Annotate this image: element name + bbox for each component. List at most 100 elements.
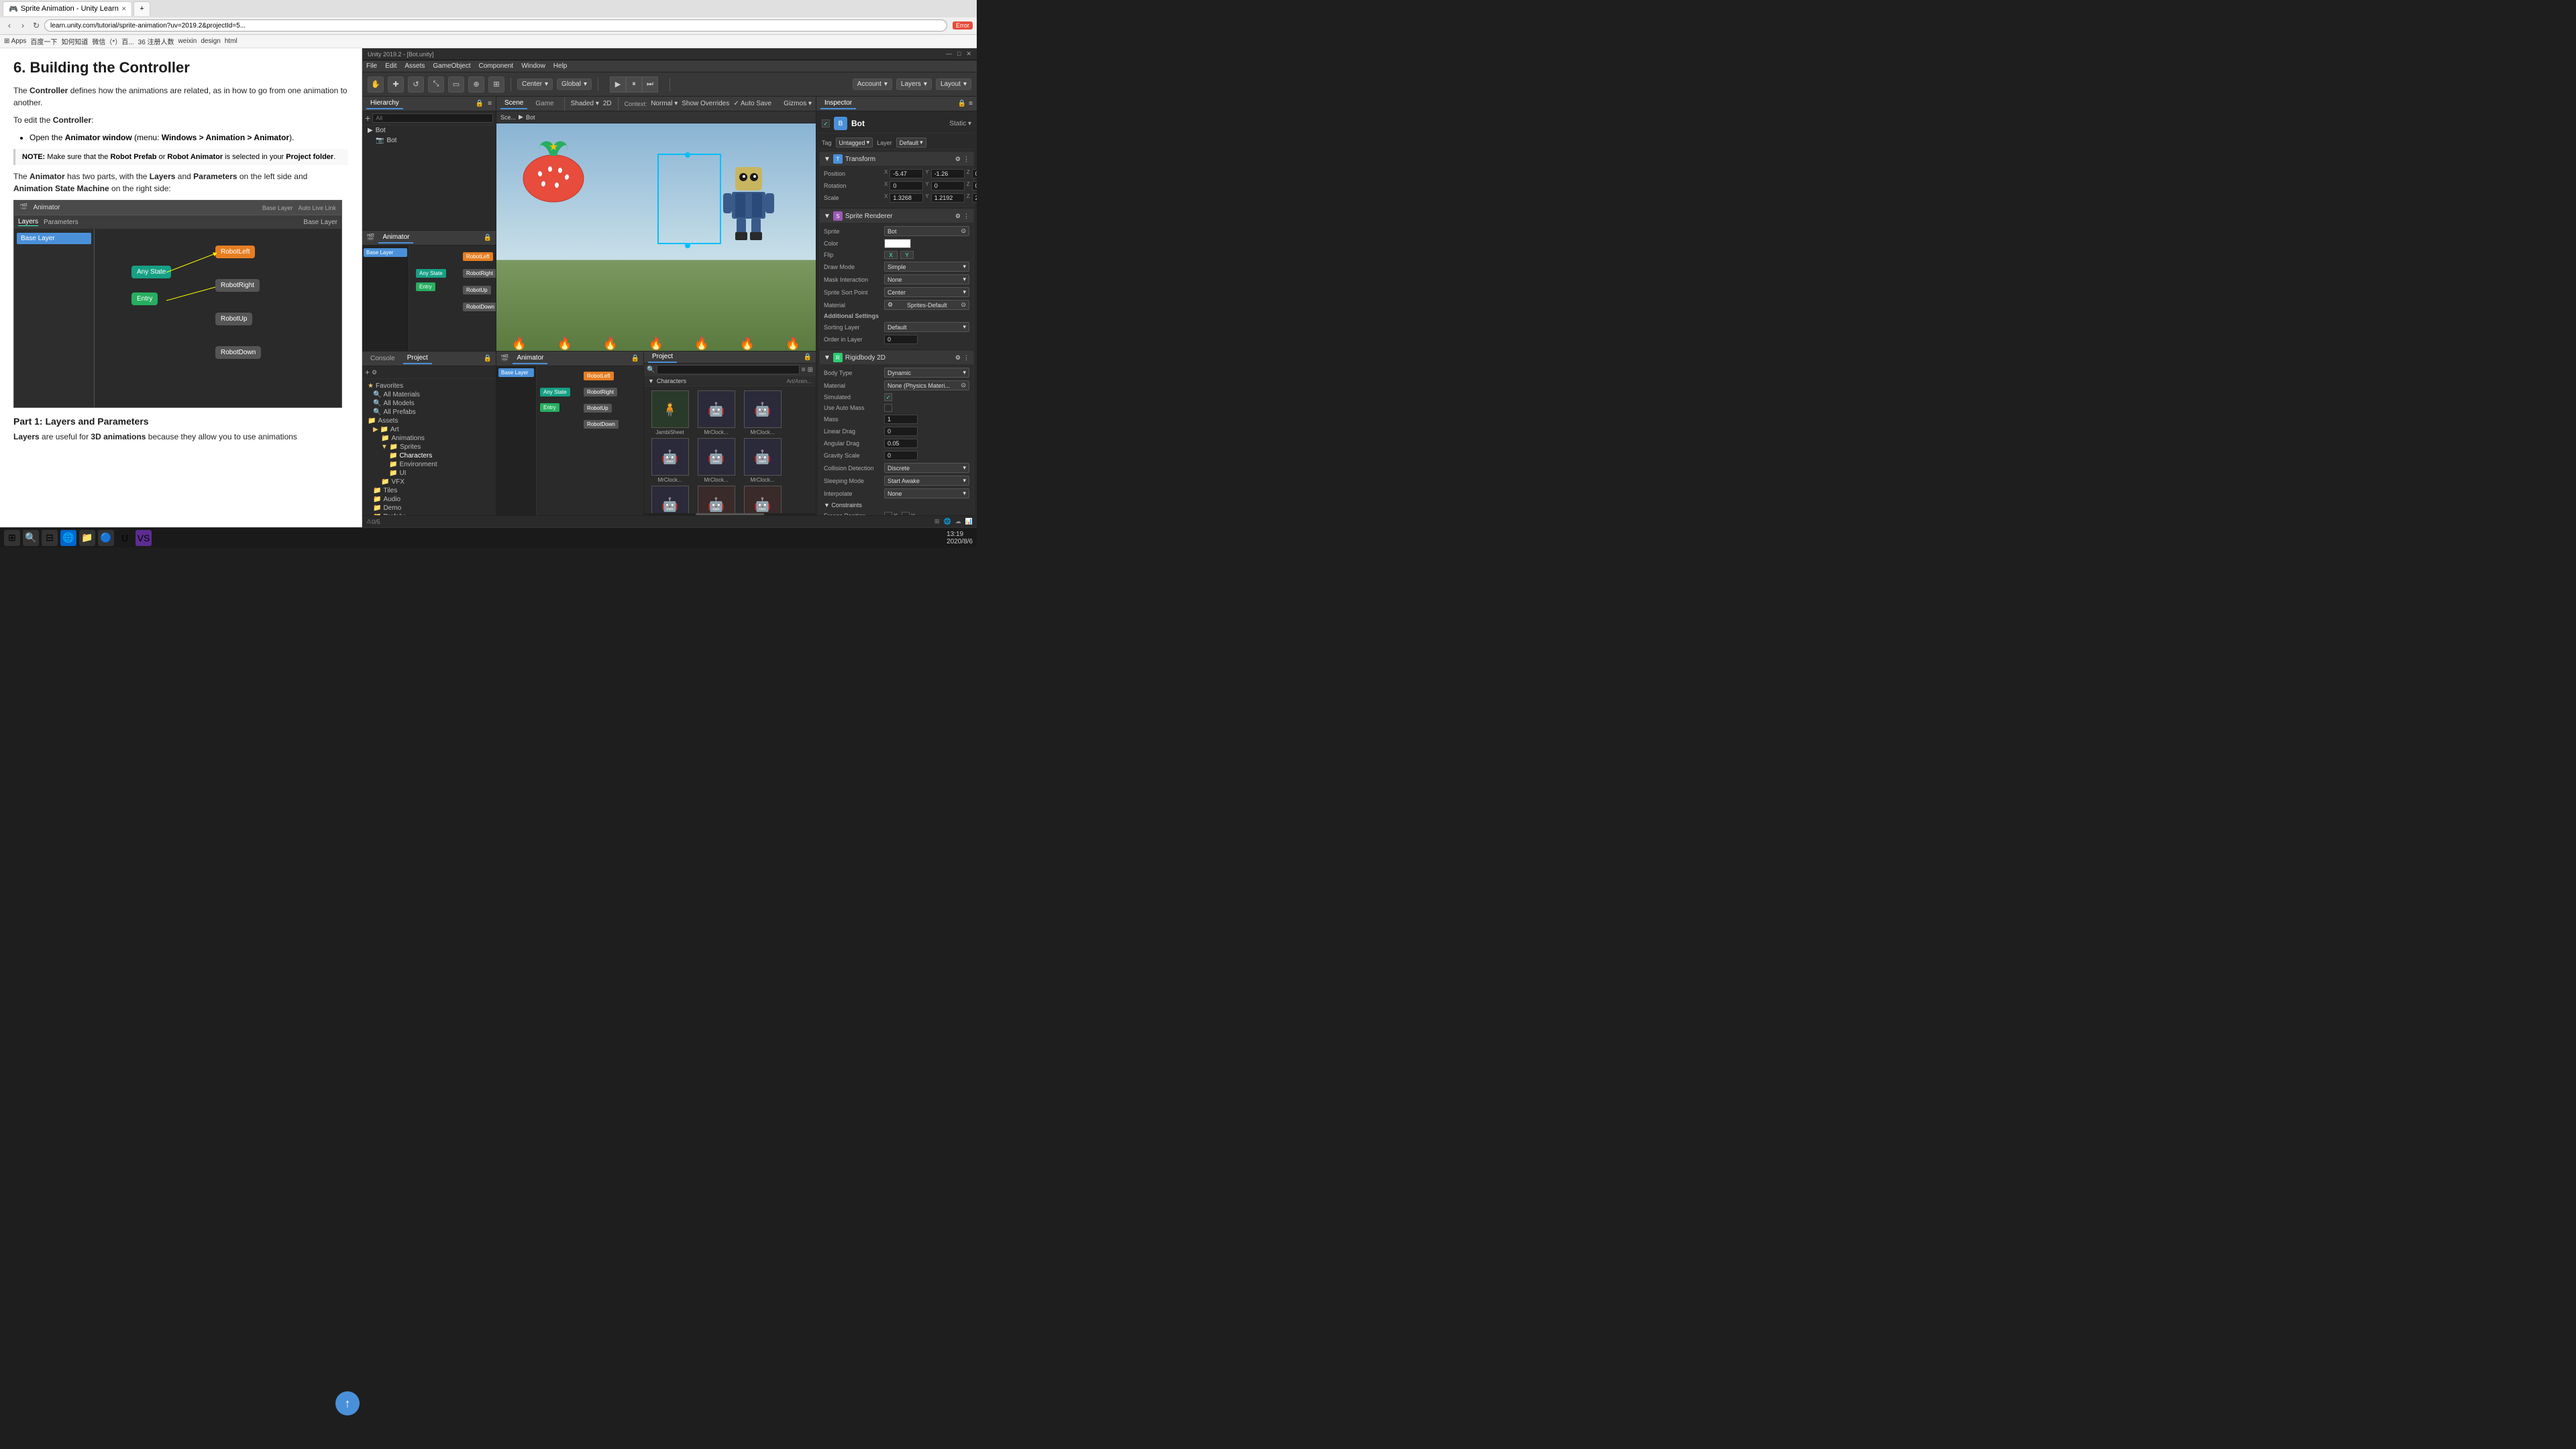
play-btn[interactable]: ▶ xyxy=(610,76,626,93)
auto-mass-checkbox[interactable] xyxy=(884,404,892,412)
assets-scrollbar[interactable] xyxy=(644,513,816,515)
tree-animations[interactable]: 📁 Animations xyxy=(365,434,493,443)
bl-robotright[interactable]: RobotRight xyxy=(584,388,617,396)
order-input[interactable] xyxy=(884,335,918,344)
scale-x-input[interactable] xyxy=(890,193,923,203)
characters-expand[interactable]: ▼ xyxy=(648,378,654,384)
rb2d-header[interactable]: ▼ R Rigidbody 2D ⚙ ⋮ xyxy=(820,351,973,364)
hierarchy-add-btn[interactable]: + xyxy=(365,113,370,123)
menu-component[interactable]: Component xyxy=(479,62,514,70)
hierarchy-menu[interactable]: ≡ xyxy=(488,100,492,107)
handle-bottom[interactable] xyxy=(685,243,690,248)
animator-bottom-lock[interactable]: 🔒 xyxy=(631,355,639,362)
menu-edit[interactable]: Edit xyxy=(385,62,396,70)
bl-robotdown[interactable]: RobotDown xyxy=(584,420,619,429)
rb2d-more[interactable]: ⋮ xyxy=(963,354,969,362)
project-settings-btn[interactable]: ⚙ xyxy=(372,369,377,376)
file-explorer-btn[interactable]: 📁 xyxy=(79,530,95,546)
tree-all-materials[interactable]: 🔍 All Materials xyxy=(365,390,493,399)
scene-crumb-bot[interactable]: Bot xyxy=(526,114,535,121)
state-robotup-mini[interactable]: RobotUp xyxy=(463,286,491,294)
project-tab[interactable]: Project xyxy=(403,353,432,364)
transform-settings[interactable]: ⚙ xyxy=(955,156,961,163)
state-robotdown[interactable]: RobotDown xyxy=(215,346,261,359)
draw-mode-value[interactable]: Simple ▾ xyxy=(884,262,969,272)
hierarchy-tab[interactable]: Hierarchy xyxy=(366,98,403,109)
scale-tool-btn[interactable]: ⤡ xyxy=(428,76,444,93)
vs-btn[interactable]: VS xyxy=(136,530,152,546)
sprite-renderer-header[interactable]: ▼ S Sprite Renderer ⚙ ⋮ xyxy=(820,209,973,223)
asset-mrclock-5[interactable]: 🤖 MrClock... xyxy=(741,438,784,483)
start-btn[interactable]: ⊞ xyxy=(4,530,20,546)
animator-mini-lock[interactable]: 🔒 xyxy=(484,234,492,241)
layer-dropdown[interactable]: Default ▾ xyxy=(896,138,926,148)
tree-environment[interactable]: 📁 Environment xyxy=(365,460,493,469)
tree-sprites[interactable]: ▼ 📁 Sprites xyxy=(365,443,493,451)
tree-tiles[interactable]: 📁 Tiles xyxy=(365,486,493,495)
scale-y-input[interactable] xyxy=(931,193,965,203)
close-btn[interactable]: ✕ xyxy=(966,50,971,58)
state-robotright-mini[interactable]: RobotRight xyxy=(463,269,496,278)
state-entry[interactable]: Entry xyxy=(131,292,158,305)
state-robotleft[interactable]: RobotLeft xyxy=(215,246,255,258)
task-view-btn[interactable]: ⊟ xyxy=(42,530,58,546)
rot-y-input[interactable] xyxy=(931,181,965,191)
menu-help[interactable]: Help xyxy=(553,62,568,70)
angular-drag-input[interactable] xyxy=(884,439,918,448)
bookmark-weixin[interactable]: weixin xyxy=(178,38,197,45)
base-layer-item[interactable]: Base Layer xyxy=(17,233,91,244)
anim-tab-params[interactable]: Parameters xyxy=(44,219,78,226)
asset-mrclock-6[interactable]: 🤖 MrClock... xyxy=(648,486,692,513)
bookmark-apps[interactable]: ⊞ Apps xyxy=(4,38,26,45)
sprite-value[interactable]: Bot ⊙ xyxy=(884,226,969,236)
project-add-btn[interactable]: + xyxy=(365,368,370,377)
bl-anystate[interactable]: Any State xyxy=(540,388,570,396)
pos-z-input[interactable] xyxy=(972,169,977,178)
simulated-checkbox[interactable]: ✓ xyxy=(884,393,892,401)
refresh-btn[interactable]: ↻ xyxy=(31,20,42,31)
tree-all-prefabs[interactable]: 🔍 All Prefabs xyxy=(365,408,493,417)
forward-btn[interactable]: › xyxy=(17,20,28,31)
game-tab[interactable]: Game xyxy=(531,99,557,109)
console-tab[interactable]: Console xyxy=(366,354,399,364)
state-any[interactable]: Any State xyxy=(131,266,171,278)
pos-y-input[interactable] xyxy=(931,169,965,178)
transform-more[interactable]: ⋮ xyxy=(963,156,969,163)
new-tab-btn[interactable]: + xyxy=(133,1,150,16)
anim-tab-layers[interactable]: Layers xyxy=(18,218,38,226)
transform-header[interactable]: ▼ T Transform ⚙ ⋮ xyxy=(820,152,973,166)
menu-file[interactable]: File xyxy=(366,62,377,70)
tree-audio[interactable]: 📁 Audio xyxy=(365,495,493,504)
hierarchy-search[interactable] xyxy=(372,113,493,123)
unity-taskbar-btn[interactable]: U xyxy=(117,530,133,546)
project-lock[interactable]: 🔒 xyxy=(484,355,492,362)
asset-jambisheet[interactable]: 🧍 JambiSheet xyxy=(648,390,692,435)
tree-vfx[interactable]: 📁 VFX xyxy=(365,478,493,486)
interpolate-value[interactable]: None ▾ xyxy=(884,488,969,498)
color-swatch[interactable] xyxy=(884,239,911,248)
asset-mrclock-4[interactable]: 🤖 MrClock... xyxy=(694,438,738,483)
back-btn[interactable]: ‹ xyxy=(4,20,15,31)
tag-dropdown[interactable]: Untagged ▾ xyxy=(836,138,873,148)
rotate-tool-btn[interactable]: ↺ xyxy=(408,76,424,93)
bookmark-zhidao[interactable]: 如何知道 xyxy=(61,36,88,46)
account-dropdown[interactable]: Account ▾ xyxy=(853,78,892,90)
inspector-lock[interactable]: 🔒 xyxy=(958,100,966,107)
step-btn[interactable]: ⏭ xyxy=(642,76,658,93)
bl-robotleft[interactable]: RobotLeft xyxy=(584,372,614,380)
state-robotup[interactable]: RobotUp xyxy=(215,313,252,325)
layers-dropdown[interactable]: Layers ▾ xyxy=(896,78,932,90)
bl-robotup[interactable]: RobotUp xyxy=(584,404,612,413)
mass-input[interactable] xyxy=(884,415,918,424)
handle-top[interactable] xyxy=(685,152,690,158)
asset-mrclock-7[interactable]: 🤖 MrClock... xyxy=(694,486,738,513)
bookmark-36[interactable]: 36 注册人数 xyxy=(138,36,174,46)
minimize-btn[interactable]: — xyxy=(946,50,952,58)
flip-y-checkbox[interactable]: Y xyxy=(900,251,914,259)
tree-favorites[interactable]: ★ Favorites xyxy=(365,382,493,390)
sleeping-mode-value[interactable]: Start Awake ▾ xyxy=(884,476,969,486)
collision-detection-value[interactable]: Discrete ▾ xyxy=(884,463,969,473)
flip-x-checkbox[interactable]: X xyxy=(884,251,898,259)
assets-scrollbar-thumb[interactable] xyxy=(696,513,764,515)
sorting-layer-value[interactable]: Default ▾ xyxy=(884,322,969,332)
